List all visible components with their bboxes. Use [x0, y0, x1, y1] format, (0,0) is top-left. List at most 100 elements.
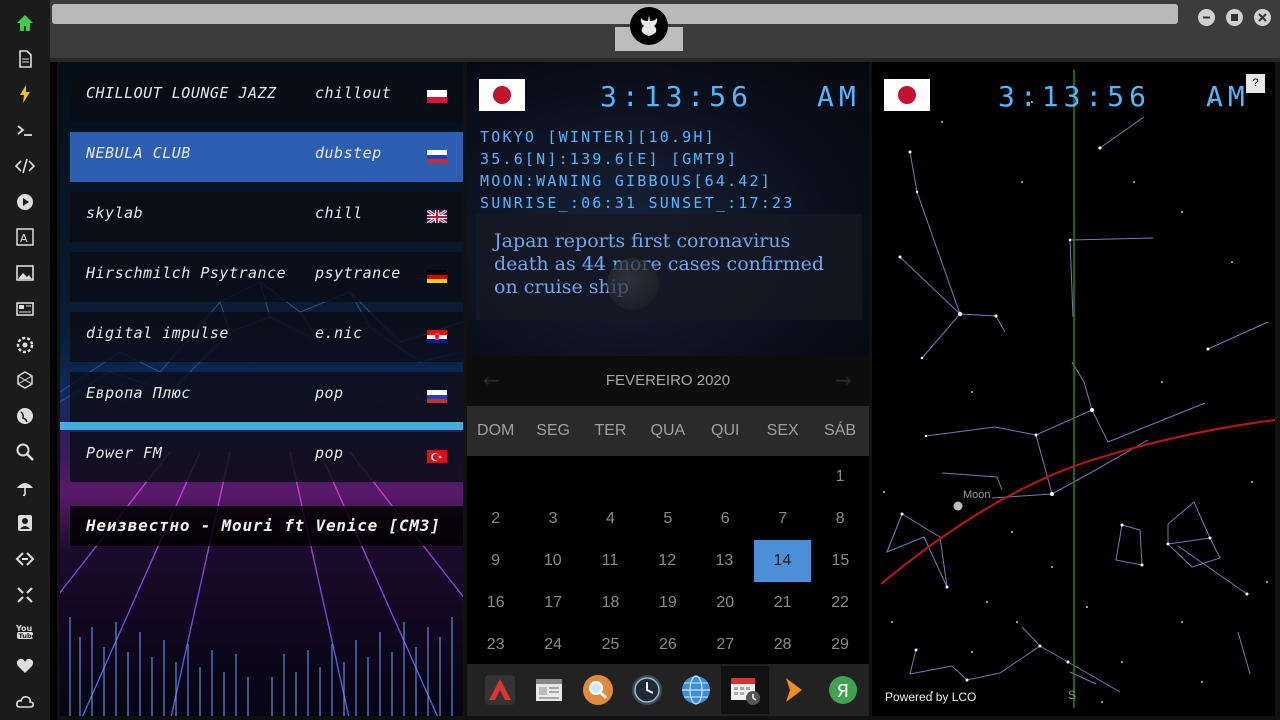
app-sidebar: A You Tube — [0, 0, 50, 720]
calendar-day[interactable]: 28 — [754, 624, 811, 666]
rebel-logo-icon[interactable] — [630, 7, 668, 45]
calendar-day[interactable]: 5 — [639, 498, 696, 540]
arch-icon[interactable] — [476, 666, 524, 714]
calendar-day[interactable]: 18 — [582, 582, 639, 624]
calendar-day[interactable]: 11 — [581, 540, 638, 582]
calendar-text-icon[interactable] — [525, 666, 573, 714]
clock-sun-times: SUNRISE_:06:31 SUNSET_:17:23 — [480, 194, 795, 212]
calendar-clock-icon[interactable] — [721, 666, 769, 714]
germany-flag-icon — [427, 269, 447, 283]
calendar-day[interactable]: 13 — [696, 540, 753, 582]
calendar-day[interactable]: 19 — [639, 582, 696, 624]
calendar-day[interactable]: 3 — [524, 498, 581, 540]
calendar-day[interactable]: 4 — [582, 498, 639, 540]
weekday-label: SEG — [536, 422, 570, 439]
station-genre: e.nic — [315, 324, 363, 342]
image-icon[interactable] — [0, 255, 50, 291]
calendar-day[interactable]: 23 — [467, 624, 524, 666]
star-chart[interactable] — [872, 62, 1275, 716]
news-headline: Japan reports first coronavirus death as… — [494, 230, 825, 298]
terminal-icon[interactable] — [0, 112, 50, 148]
calendar-header: ← FEVEREIRO 2020 → — [467, 356, 869, 406]
help-button[interactable]: ? — [1246, 74, 1265, 93]
radio-panel: CHILLOUT LOUNGE JAZZ chillout NEBULA CLU… — [60, 62, 463, 716]
calendar-day[interactable]: 9 — [467, 540, 524, 582]
calendar-day[interactable]: 29 — [811, 624, 868, 666]
window-titlebar — [50, 0, 1280, 58]
world-clock-panel: 3:13:56 AM TOKYO [WINTER][10.9H] 35.6[N]… — [467, 62, 869, 356]
cloud-icon[interactable] — [0, 684, 50, 720]
station-item[interactable]: Power FM pop — [70, 432, 463, 482]
search-icon[interactable] — [0, 434, 50, 470]
next-month-button[interactable]: → — [835, 368, 852, 392]
calendar-day[interactable]: 2 — [467, 498, 524, 540]
network-icon[interactable] — [0, 363, 50, 399]
calendar-day — [754, 456, 811, 498]
station-item[interactable]: NEBULA CLUB dubstep — [70, 132, 463, 182]
play-icon[interactable] — [0, 184, 50, 220]
calendar-day[interactable]: 7 — [754, 498, 811, 540]
croatia-flag-icon — [427, 329, 447, 343]
calendar-day[interactable]: 1 — [811, 456, 868, 498]
calendar-day[interactable]: 12 — [639, 540, 696, 582]
expand-icon[interactable] — [0, 577, 50, 613]
heart-icon[interactable] — [0, 649, 50, 685]
station-item[interactable]: CHILLOUT LOUNGE JAZZ chillout — [70, 72, 463, 122]
moon-label: Moon — [963, 489, 991, 501]
calendar-day — [697, 456, 754, 498]
home-icon[interactable] — [0, 5, 50, 41]
station-item[interactable]: Европа Плюс pop — [70, 372, 463, 422]
yandex-icon[interactable]: Я — [819, 666, 867, 714]
calendar-day — [467, 456, 524, 498]
calendar-day[interactable]: 16 — [467, 582, 524, 624]
calendar-day[interactable]: 20 — [697, 582, 754, 624]
station-item[interactable]: digital impulse e.nic — [70, 312, 463, 362]
calendar-month-title: FEVEREIRO 2020 — [605, 372, 731, 389]
browser-globe-icon[interactable] — [672, 666, 720, 714]
calendar-day[interactable]: 17 — [524, 582, 581, 624]
calendar-day[interactable]: 24 — [524, 624, 581, 666]
weekday-label: TER — [594, 422, 627, 439]
translate-icon[interactable]: A — [0, 220, 50, 256]
calendar-day[interactable]: 21 — [754, 582, 811, 624]
arrow-app-icon[interactable] — [770, 666, 818, 714]
calendar-day — [639, 456, 696, 498]
calendar-day[interactable]: 27 — [697, 624, 754, 666]
svg-text:Я: Я — [837, 681, 850, 702]
powered-by-label[interactable]: Powered by LCO — [885, 690, 976, 704]
station-item[interactable]: Hirschmilch Psytrance psytrance — [70, 252, 463, 302]
calendar-day[interactable]: 6 — [697, 498, 754, 540]
globe-icon[interactable] — [0, 398, 50, 434]
calendar-day[interactable]: 22 — [811, 582, 868, 624]
station-name: Европа Плюс — [86, 384, 191, 402]
document-icon[interactable] — [0, 41, 50, 77]
link-icon[interactable] — [0, 541, 50, 577]
calendar-day[interactable]: 25 — [582, 624, 639, 666]
calendar-day[interactable]: 26 — [639, 624, 696, 666]
station-item[interactable]: skylab chill — [70, 192, 463, 242]
settings-gear-icon[interactable] — [0, 327, 50, 363]
minimize-button[interactable] — [1198, 9, 1215, 26]
svg-text:A: A — [20, 232, 28, 245]
news-icon[interactable] — [0, 291, 50, 327]
close-button[interactable] — [1254, 9, 1271, 26]
calendar-day[interactable]: 10 — [524, 540, 581, 582]
maximize-button[interactable] — [1226, 9, 1243, 26]
station-genre: psytrance — [315, 264, 401, 282]
youtube-icon[interactable]: You Tube — [0, 613, 50, 649]
search-app-icon[interactable] — [574, 666, 622, 714]
calendar-day[interactable]: 8 — [811, 498, 868, 540]
address-field[interactable] — [52, 4, 1178, 24]
contact-icon[interactable] — [0, 506, 50, 542]
calendar-day — [582, 456, 639, 498]
bolt-icon[interactable] — [0, 77, 50, 113]
calendar-day[interactable]: 15 — [812, 540, 869, 582]
clock-app-icon[interactable] — [623, 666, 671, 714]
weekday-label: SÁB — [824, 422, 857, 439]
sky-map-panel[interactable]: 3:13:56 AM ? Moon S Powered by LCO — [872, 62, 1275, 716]
news-headline-box[interactable]: Japan reports first coronavirus death as… — [476, 214, 862, 320]
station-genre: pop — [315, 384, 344, 402]
calendar-day-today[interactable]: 14 — [754, 540, 811, 582]
umbrella-icon[interactable] — [0, 470, 50, 506]
code-icon[interactable] — [0, 148, 50, 184]
